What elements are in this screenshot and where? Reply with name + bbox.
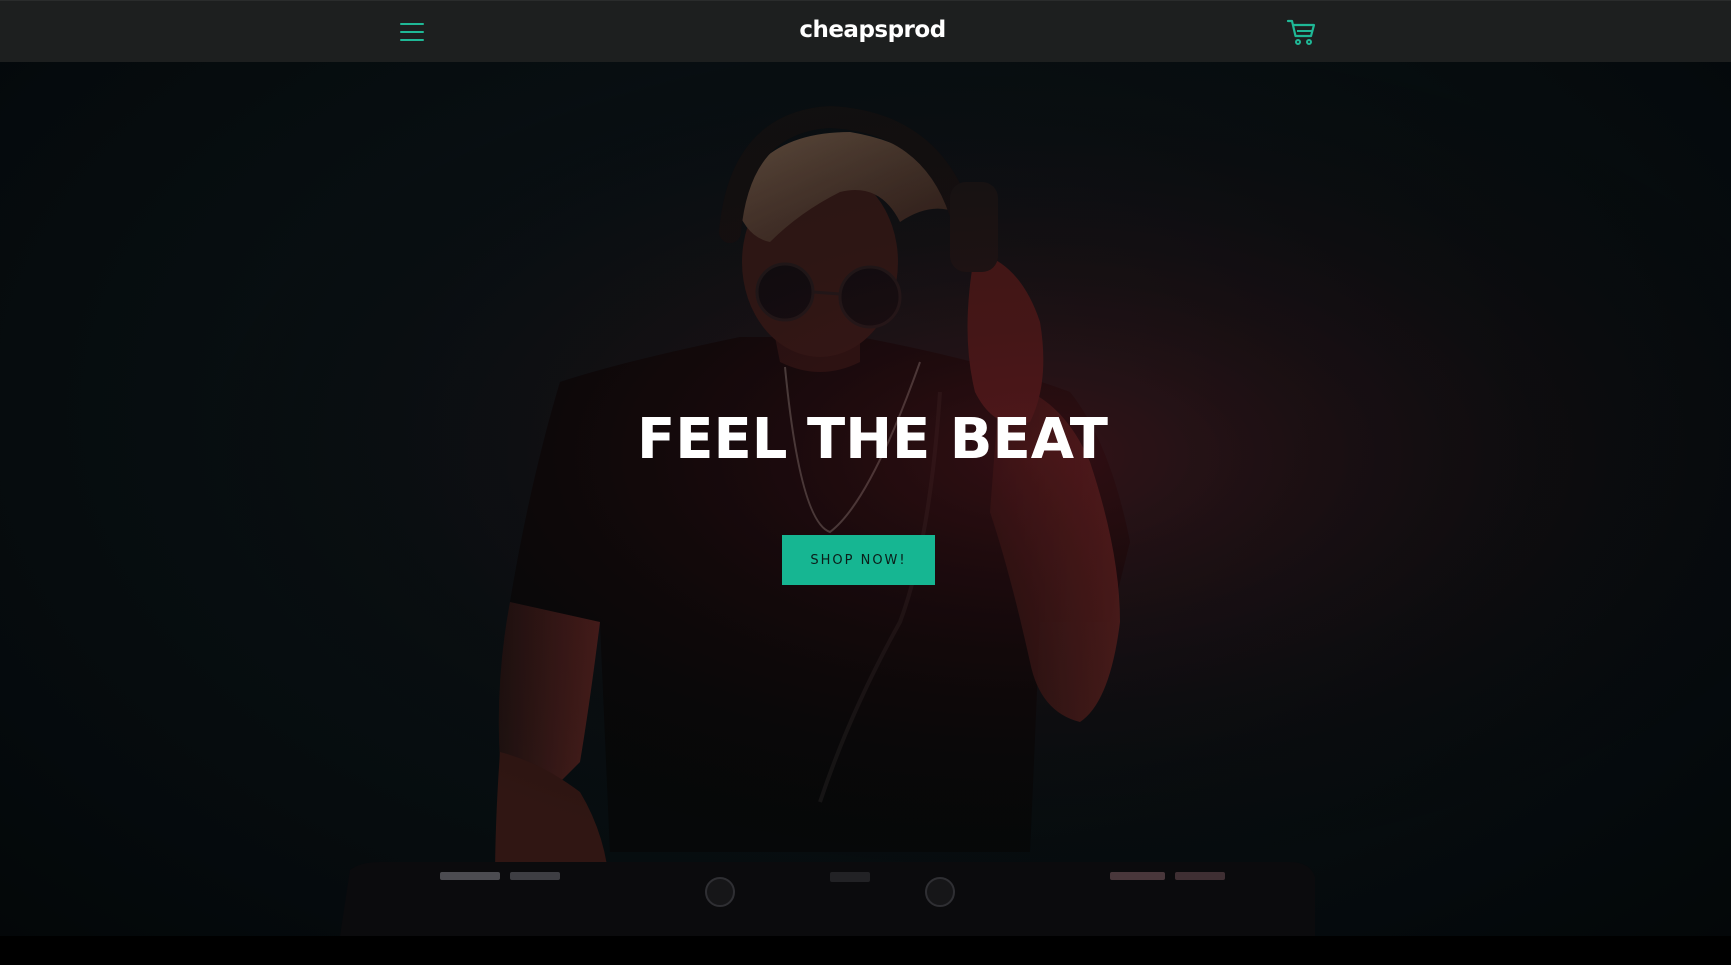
site-header: cheapsprod [0,0,1731,62]
hero-title-text: FEEL THE BEAT [637,407,1108,472]
hero-section: FEEL THE BEAT SHOP NOW! [0,62,1731,936]
hero-title: FEEL THE BEAT [0,407,1731,472]
shop-now-button[interactable]: SHOP NOW! [782,535,935,585]
cart-button[interactable] [1286,16,1318,48]
hero-overlay [0,62,1731,936]
page-bottom-strip [0,936,1731,965]
shopping-cart-icon [1286,19,1316,45]
site-logo[interactable]: cheapsprod [0,17,1731,43]
page: cheapsprod FEEL THE BEAT SHOP NOW! [0,0,1731,965]
site-logo-text[interactable]: cheapsprod [799,17,946,43]
